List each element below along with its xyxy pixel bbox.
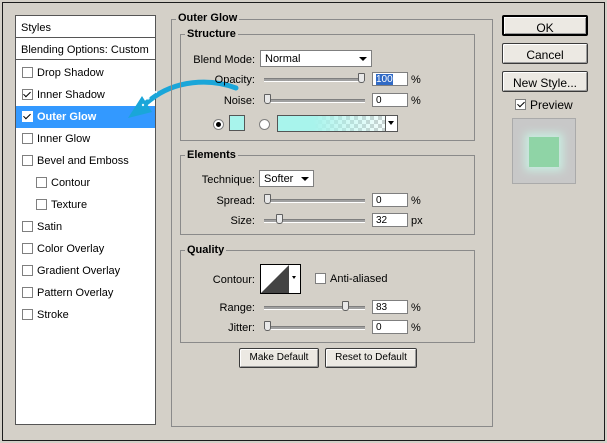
- style-item-label: Drop Shadow: [37, 67, 104, 79]
- style-item-label: Inner Shadow: [37, 89, 105, 101]
- size-input[interactable]: 32: [372, 213, 408, 227]
- spread-slider[interactable]: [264, 199, 365, 203]
- elements-title: Elements: [185, 149, 238, 161]
- style-item-label: Gradient Overlay: [37, 265, 121, 277]
- jitter-unit: %: [411, 322, 421, 334]
- range-label: Range:: [219, 302, 255, 314]
- style-item-inner-glow[interactable]: Inner Glow: [16, 128, 155, 150]
- style-item-color-overlay[interactable]: Color Overlay: [16, 238, 155, 260]
- noise-slider-thumb[interactable]: [264, 94, 271, 104]
- spread-label: Spread:: [216, 195, 255, 207]
- style-item-label: Pattern Overlay: [37, 287, 114, 299]
- chevron-down-icon: [388, 121, 394, 125]
- jitter-slider-thumb[interactable]: [264, 321, 271, 331]
- ok-button[interactable]: OK: [502, 15, 588, 36]
- style-item-contour[interactable]: Contour: [16, 172, 155, 194]
- style-item-checkbox[interactable]: [22, 67, 33, 78]
- blending-options-item[interactable]: Blending Options: Custom: [16, 38, 155, 60]
- style-item-texture[interactable]: Texture: [16, 194, 155, 216]
- preview-thumbnail: [512, 118, 576, 184]
- style-item-checkbox[interactable]: [22, 265, 33, 276]
- style-item-checkbox[interactable]: [22, 243, 33, 254]
- size-unit: px: [411, 215, 423, 227]
- range-unit: %: [411, 302, 421, 314]
- style-item-checkbox[interactable]: [22, 287, 33, 298]
- anti-aliased-label: Anti-aliased: [330, 273, 388, 285]
- style-item-label: Inner Glow: [37, 133, 91, 145]
- spread-input[interactable]: 0: [372, 193, 408, 207]
- noise-input[interactable]: 0: [372, 93, 408, 107]
- style-item-label: Satin: [37, 221, 63, 233]
- technique-select[interactable]: Softer: [259, 170, 314, 187]
- style-item-checkbox[interactable]: [36, 177, 47, 188]
- style-item-checkbox[interactable]: [22, 221, 33, 232]
- style-item-checkbox[interactable]: [22, 155, 33, 166]
- size-slider-thumb[interactable]: [276, 214, 284, 224]
- styles-list: Styles Blending Options: Custom Drop Sha…: [15, 15, 156, 425]
- style-item-label: Stroke: [37, 309, 69, 321]
- style-item-inner-shadow[interactable]: Inner Shadow: [16, 84, 155, 106]
- opacity-slider-thumb[interactable]: [358, 73, 365, 83]
- style-item-checkbox[interactable]: [36, 199, 47, 210]
- jitter-input[interactable]: 0: [372, 320, 408, 334]
- style-item-gradient-overlay[interactable]: Gradient Overlay: [16, 260, 155, 282]
- contour-picker[interactable]: [260, 264, 301, 294]
- style-item-stroke[interactable]: Stroke: [16, 304, 155, 326]
- jitter-slider[interactable]: [264, 326, 365, 330]
- style-item-label: Contour: [51, 177, 91, 189]
- chevron-down-icon: [301, 177, 309, 181]
- contour-label: Contour:: [212, 274, 255, 286]
- gradient-dropdown-button[interactable]: [385, 116, 397, 131]
- anti-aliased-checkbox[interactable]: [315, 273, 326, 284]
- make-default-button[interactable]: Make Default: [239, 348, 319, 368]
- spread-unit: %: [411, 195, 421, 207]
- new-style-button[interactable]: New Style...: [502, 71, 588, 92]
- range-slider-thumb[interactable]: [342, 301, 350, 311]
- range-slider[interactable]: [264, 306, 365, 310]
- noise-slider[interactable]: [264, 99, 365, 103]
- reset-to-default-button[interactable]: Reset to Default: [325, 348, 417, 368]
- noise-label: Noise:: [223, 95, 255, 107]
- style-item-checkbox[interactable]: [22, 89, 33, 100]
- preview-swatch: [529, 137, 559, 167]
- style-item-outer-glow[interactable]: Outer Glow: [16, 106, 155, 128]
- quality-title: Quality: [185, 244, 227, 256]
- opacity-slider[interactable]: [264, 78, 365, 82]
- style-item-pattern-overlay[interactable]: Pattern Overlay: [16, 282, 155, 304]
- spread-slider-thumb[interactable]: [264, 194, 271, 204]
- solid-color-radio[interactable]: [213, 119, 224, 130]
- range-input[interactable]: 83: [372, 300, 408, 314]
- style-item-checkbox[interactable]: [22, 309, 33, 320]
- style-item-checkbox[interactable]: [22, 111, 33, 122]
- preview-checkbox[interactable]: [515, 99, 526, 110]
- opacity-unit: %: [411, 74, 421, 86]
- glow-color-swatch[interactable]: [229, 115, 245, 131]
- technique-label: Technique:: [201, 174, 255, 186]
- outer-glow-title: Outer Glow: [176, 12, 240, 24]
- style-item-bevel-and-emboss[interactable]: Bevel and Emboss: [16, 150, 155, 172]
- styles-header[interactable]: Styles: [16, 16, 155, 38]
- noise-unit: %: [411, 95, 421, 107]
- contour-curve-icon: [261, 265, 296, 293]
- opacity-input[interactable]: 100: [372, 72, 408, 86]
- style-item-satin[interactable]: Satin: [16, 216, 155, 238]
- chevron-down-icon: [359, 57, 367, 61]
- gradient-radio[interactable]: [259, 119, 270, 130]
- preview-label: Preview: [530, 98, 573, 112]
- gradient-picker[interactable]: [277, 115, 398, 132]
- blend-mode-select[interactable]: Normal: [260, 50, 372, 67]
- style-item-checkbox[interactable]: [22, 133, 33, 144]
- style-item-label: Outer Glow: [37, 111, 97, 123]
- structure-title: Structure: [185, 28, 238, 40]
- style-item-label: Bevel and Emboss: [37, 155, 129, 167]
- style-item-label: Texture: [51, 199, 88, 211]
- size-label: Size:: [230, 215, 255, 227]
- cancel-button[interactable]: Cancel: [502, 43, 588, 64]
- jitter-label: Jitter:: [228, 322, 255, 334]
- opacity-label: Opacity:: [214, 74, 255, 86]
- style-item-label: Color Overlay: [37, 243, 105, 255]
- style-item-drop-shadow[interactable]: Drop Shadow: [16, 62, 155, 84]
- blend-mode-label: Blend Mode:: [193, 54, 255, 66]
